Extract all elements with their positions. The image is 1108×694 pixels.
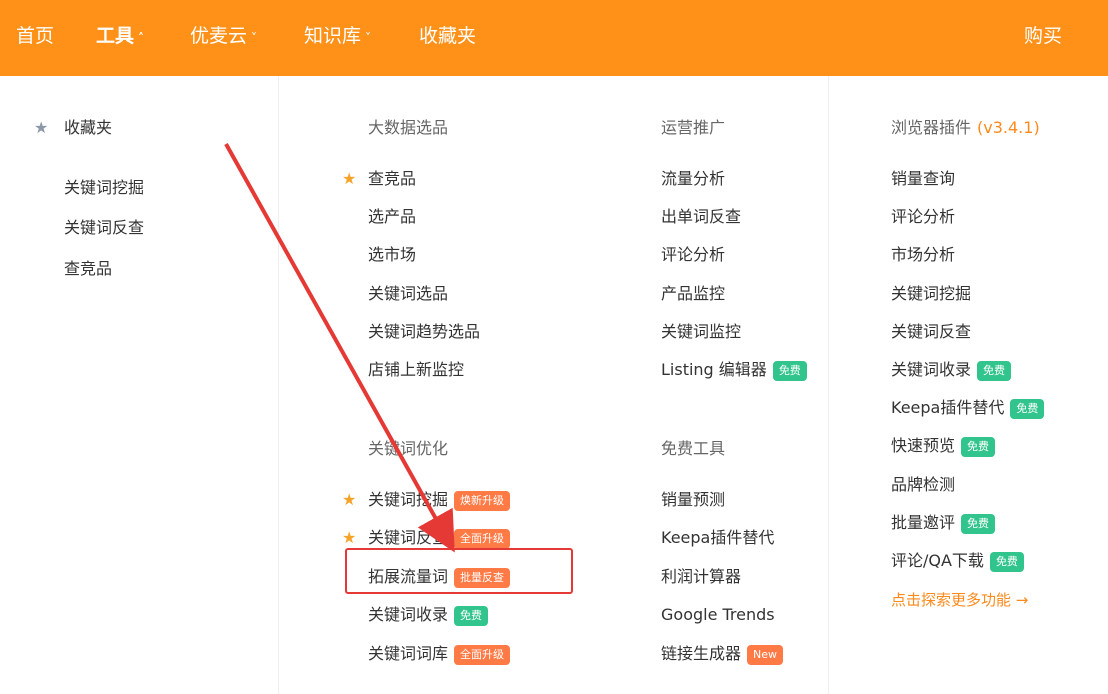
menu-item-bigdata[interactable]: 查竞品 [368,168,416,190]
chevron-down-icon: ˅ [365,31,372,45]
nav-home[interactable]: 首页 [16,22,54,50]
nav-tools-label: 工具 [96,25,135,47]
badge-free: 免费 [772,361,807,381]
menu-item-plugin[interactable]: 关键词收录 免费 [891,359,1012,381]
menu-item-label: 关键词收录 [891,360,972,379]
operations-heading: 运营推广 [661,118,726,137]
badge-new: New [747,645,784,665]
menu-item-plugin[interactable]: Keepa插件替代 免费 [891,397,1045,419]
menu-item-free-tool[interactable]: Keepa插件替代 [661,527,774,549]
menu-item-plugin[interactable]: 销量查询 [891,168,955,190]
menu-item-label: 批量邀评 [891,513,956,532]
column-divider [828,76,829,694]
menu-item-operations[interactable]: 产品监控 [661,283,725,305]
nav-youmaiyun-label: 优麦云 [190,25,248,47]
menu-item-plugin[interactable]: 评论/QA下载 免费 [891,550,1024,572]
nav-buy[interactable]: 购买 [1024,22,1062,50]
plugin-version: (v3.4.1) [977,118,1040,137]
favorite-item[interactable]: 关键词挖掘 [64,177,144,199]
badge-free: 免费 [977,361,1012,381]
favorite-item[interactable]: 查竞品 [64,258,112,280]
star-icon: ★ [342,169,357,188]
menu-item-plugin[interactable]: 批量邀评 免费 [891,512,996,534]
menu-item-bigdata[interactable]: 店铺上新监控 [368,359,464,381]
column-divider [278,76,279,694]
badge-free: 免费 [961,514,996,534]
chevron-up-icon: ˄ [138,31,145,45]
badge-free: 免费 [989,552,1024,572]
menu-item-link-generator[interactable]: 链接生成器 New [661,643,784,665]
badge-upgrade: 焕新升级 [454,491,511,511]
menu-item-label: 快速预览 [891,436,956,455]
menu-item-operations[interactable]: 评论分析 [661,244,725,266]
badge-free: 免费 [1010,399,1045,419]
favorites-title: 收藏夹 [64,118,113,137]
menu-item-plugin[interactable]: 关键词反查 [891,321,971,343]
nav-knowledge-label: 知识库 [304,25,362,47]
menu-item-keyword-library[interactable]: 关键词词库 全面升级 [368,643,511,665]
favorite-item[interactable]: 关键词反查 [64,217,144,239]
menu-item-plugin[interactable]: 评论分析 [891,206,955,228]
menu-item-operations[interactable]: 出单词反查 [661,206,741,228]
menu-item-free-tool[interactable]: Google Trends [661,604,775,626]
badge-free: 免费 [961,437,996,457]
free-tools-heading: 免费工具 [661,439,726,458]
menu-item-label: 评论/QA下载 [891,551,984,570]
chevron-down-icon: ˅ [251,31,258,45]
nav-favorites[interactable]: 收藏夹 [419,22,476,50]
star-icon: ★ [342,528,357,547]
menu-item-keyword-reverse[interactable]: 关键词反查 全面升级 [368,527,511,549]
badge-free: 免费 [454,606,489,626]
plugin-title: 浏览器插件 [891,118,972,137]
badge-upgrade: 全面升级 [454,645,511,665]
menu-item-keyword-mining[interactable]: 关键词挖掘 焕新升级 [368,489,511,511]
top-navigation-bar: 首页 工具 ˄ 优麦云 ˅ 知识库 ˅ 收藏夹 购买 [0,0,1108,76]
menu-item-keyword-index[interactable]: 关键词收录 免费 [368,604,489,626]
menu-item-free-tool[interactable]: 利润计算器 [661,566,741,588]
keyword-opt-heading: 关键词优化 [368,439,449,458]
menu-item-plugin[interactable]: 市场分析 [891,244,955,266]
nav-knowledge[interactable]: 知识库 ˅ [304,22,371,50]
menu-item-label: Keepa插件替代 [891,398,1005,417]
menu-item-bigdata[interactable]: 选市场 [368,244,416,266]
nav-youmaiyun[interactable]: 优麦云 ˅ [190,22,257,50]
menu-item-operations[interactable]: 流量分析 [661,168,725,190]
star-icon: ★ [342,490,357,509]
menu-item-bigdata[interactable]: 关键词选品 [368,283,448,305]
menu-item-bigdata[interactable]: 关键词趋势选品 [368,321,480,343]
menu-item-bigdata[interactable]: 选产品 [368,206,416,228]
menu-item-label: 关键词词库 [368,644,449,663]
menu-item-label: 关键词挖掘 [368,490,449,509]
badge-upgrade: 全面升级 [454,529,511,549]
menu-item-operations[interactable]: 关键词监控 [661,321,741,343]
bigdata-heading: 大数据选品 [368,118,449,137]
highlight-box [345,548,573,594]
menu-item-free-tool[interactable]: 销量预测 [661,489,725,511]
menu-item-label: Listing 编辑器 [661,360,767,379]
menu-item-label: 关键词反查 [368,528,449,547]
menu-item-plugin[interactable]: 品牌检测 [891,474,955,496]
nav-tools[interactable]: 工具 ˄ [96,22,144,50]
menu-item-label: 关键词收录 [368,605,449,624]
explore-more-link[interactable]: 点击探索更多功能 → [891,589,1028,611]
menu-item-plugin[interactable]: 关键词挖掘 [891,283,971,305]
menu-item-plugin[interactable]: 快速预览 免费 [891,435,996,457]
plugin-heading: 浏览器插件 (v3.4.1) [891,117,1040,139]
menu-item-label: 链接生成器 [661,644,742,663]
menu-item-listing-editor[interactable]: Listing 编辑器 免费 [661,359,807,381]
star-icon: ★ [34,118,49,137]
